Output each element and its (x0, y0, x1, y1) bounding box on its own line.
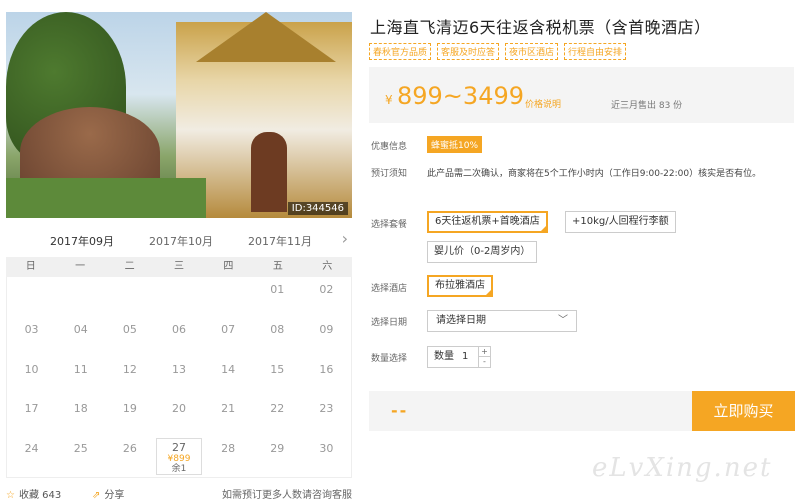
product-tag: 夜市区酒店 (505, 43, 559, 60)
photo-id-tag: ID:344546 (287, 202, 348, 215)
calendar-day[interactable]: 17 (7, 396, 56, 436)
calendar-empty-cell (56, 277, 105, 317)
favorite-label: 收藏 643 (18, 490, 62, 501)
calendar-day-price: ¥899 (167, 454, 191, 464)
share-button[interactable]: ⇗ 分享 (92, 486, 124, 501)
calendar-day-remaining: 余1 (171, 464, 187, 474)
share-label: 分享 (104, 490, 125, 501)
weekday: 三 (173, 261, 184, 272)
calendar-day[interactable]: 25 (56, 436, 105, 477)
chevron-right-icon[interactable]: › (342, 229, 348, 248)
calendar-day[interactable]: 28 (204, 436, 253, 477)
calendar-day[interactable]: 16 (302, 357, 351, 397)
package-label: 选择套餐 (371, 220, 408, 230)
calendar-month-tabs: 2017年09月 2017年10月 2017年11月 › (6, 227, 352, 259)
calendar-day[interactable]: 18 (56, 396, 105, 436)
chevron-down-icon: ﹀ (558, 315, 568, 326)
calendar-weekday-header: 日 一 二 三 四 五 六 (6, 257, 352, 277)
calendar-day[interactable]: 12 (105, 357, 154, 397)
watermark: eLvXing.net (592, 453, 773, 483)
tab-month-2[interactable]: 2017年10月 (149, 233, 213, 249)
calendar-day[interactable]: 20 (154, 396, 203, 436)
price-box: ¥ 899~3499 价格说明 近三月售出 83 份 (369, 67, 794, 123)
calendar-day[interactable]: 29 (253, 436, 302, 477)
calendar-day[interactable]: 30 (302, 436, 351, 477)
decrement-icon[interactable]: - (478, 357, 490, 367)
hotel-option[interactable]: 布拉雅酒店 (427, 275, 493, 297)
calendar-day[interactable]: 03 (7, 317, 56, 357)
calendar-day[interactable]: 04 (56, 317, 105, 357)
quantity-value: 1 (462, 351, 469, 362)
calendar-empty-cell (154, 277, 203, 317)
notice-label: 预订须知 (371, 169, 408, 179)
quantity-text: 数量 (434, 351, 454, 362)
total-price-placeholder: -- (391, 401, 409, 420)
calendar-day[interactable]: 23 (302, 396, 351, 436)
photo-grass (6, 178, 206, 218)
calendar-day[interactable]: 11 (56, 357, 105, 397)
price-note-link[interactable]: 价格说明 (525, 97, 561, 110)
calendar-grid: 01 02 03 04 05 06 07 08 09 10 11 12 13 14 15 16 17 18 19 20… (6, 277, 352, 478)
weekday: 一 (75, 261, 86, 272)
date-select[interactable]: 请选择日期 ﹀ (427, 310, 577, 332)
calendar-day-available[interactable]: 27 ¥899 余1 (156, 438, 202, 475)
bottom-actions: ☆ 收藏 643 ⇗ 分享 如需预订更多人数请咨询客服 (6, 484, 352, 502)
favorite-button[interactable]: ☆ 收藏 643 (6, 486, 61, 501)
calendar-day[interactable]: 19 (105, 396, 154, 436)
product-tag: 行程自由安排 (564, 43, 627, 60)
increment-icon[interactable]: + (478, 347, 490, 357)
calendar-day[interactable]: 21 (204, 396, 253, 436)
date-select-value: 请选择日期 (436, 315, 486, 326)
notice-text: 此产品需二次确认，商家将在5个工作小时内（工作日9:00-22:00）核实是否有… (427, 169, 762, 179)
calendar-day[interactable]: 06 (154, 317, 203, 357)
promo-label: 优惠信息 (371, 142, 408, 152)
package-option-luggage[interactable]: +10kg/人回程行李额 (565, 211, 676, 233)
photo-door (251, 132, 287, 212)
calendar-day[interactable]: 13 (154, 357, 203, 397)
calendar-empty-cell (105, 277, 154, 317)
contact-note: 如需预订更多人数请咨询客服 (222, 490, 352, 501)
qty-label: 数量选择 (371, 354, 408, 364)
product-photo[interactable]: ID:344546 (6, 12, 352, 218)
calendar-day[interactable]: 26 (105, 436, 154, 477)
buy-now-button[interactable]: 立即购买 (692, 391, 795, 431)
calendar-day[interactable]: 02 (302, 277, 351, 317)
price-range: 899~3499 (397, 82, 524, 110)
weekday: 二 (124, 261, 135, 272)
calendar-day-number: 27 (171, 441, 186, 454)
promo-badge: 蜂蜜抵10% (427, 136, 483, 153)
sold-count: 近三月售出 83 份 (611, 101, 683, 111)
photo-roof (196, 12, 336, 62)
page-title: 上海直飞清迈6天往返含税机票（含首晚酒店） (370, 18, 711, 37)
package-option-flight-hotel[interactable]: 6天往返机票+首晚酒店 (427, 211, 548, 233)
product-tag: 春秋官方品质 (369, 43, 432, 60)
hotel-label: 选择酒店 (371, 284, 408, 294)
share-icon: ⇗ (92, 490, 101, 501)
calendar-day[interactable]: 07 (204, 317, 253, 357)
weekday: 五 (272, 261, 283, 272)
date-label: 选择日期 (371, 318, 408, 328)
quantity-stepper[interactable]: 数量 1 + - (427, 346, 491, 368)
weekday: 六 (322, 261, 333, 272)
calendar-day[interactable]: 10 (7, 357, 56, 397)
calendar-day[interactable]: 08 (253, 317, 302, 357)
weekday: 日 (25, 261, 36, 272)
calendar-day[interactable]: 14 (204, 357, 253, 397)
star-icon: ☆ (6, 490, 15, 501)
tab-month-1[interactable]: 2017年09月 (44, 233, 120, 259)
calendar-day[interactable]: 24 (7, 436, 56, 477)
calendar-day[interactable]: 01 (253, 277, 302, 317)
calendar-empty-cell (7, 277, 56, 317)
calendar-day[interactable]: 22 (253, 396, 302, 436)
tab-month-3[interactable]: 2017年11月 (248, 233, 312, 249)
price-currency: ¥ (385, 93, 393, 107)
weekday: 四 (223, 261, 234, 272)
calendar-empty-cell (204, 277, 253, 317)
calendar-day[interactable]: 09 (302, 317, 351, 357)
product-tag: 客服及时应答 (437, 43, 500, 60)
package-option-infant[interactable]: 婴儿价（0-2周岁内） (427, 241, 538, 263)
calendar-day[interactable]: 15 (253, 357, 302, 397)
calendar-day[interactable]: 05 (105, 317, 154, 357)
product-tags: 春秋官方品质 客服及时应答 夜市区酒店 行程自由安排 (369, 43, 627, 60)
